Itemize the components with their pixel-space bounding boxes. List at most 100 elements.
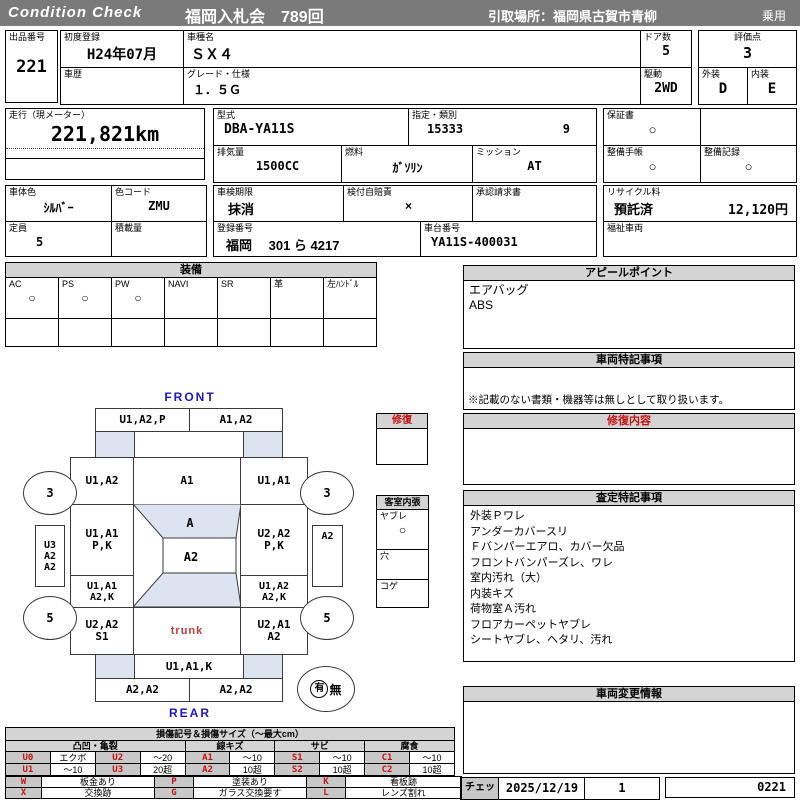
- load-cell: 積載量: [111, 221, 207, 257]
- legend-group: 線キズ: [184, 740, 276, 752]
- approval-cell: 承認請求書: [472, 185, 597, 222]
- body-color-label: 車体色: [9, 187, 37, 197]
- zone-rear-bumper-left: A2,A2: [95, 678, 190, 702]
- inspection-value: 抹消: [228, 202, 255, 217]
- appeal-item: エアバッグ: [469, 283, 529, 297]
- damage-legend-table: 損傷記号＆損傷サイズ（～最大cm） 凸凹・亀裂 線キズ サビ 腐食 U0 エクボ…: [5, 727, 455, 776]
- lot-label: 出品番号: [9, 32, 46, 42]
- equipment-title: 装備: [6, 263, 376, 278]
- sheet-code-box: 0221: [665, 777, 795, 798]
- type-no-value: 15333: [427, 122, 464, 136]
- tire-rear-right: 5: [300, 596, 354, 640]
- score-cell: 評価点 3: [698, 30, 797, 68]
- legend-mark-desc: 板金あり: [41, 776, 155, 788]
- auction-sheet: { "colors":{"bar_gray":"#7a7a7a","sectio…: [0, 0, 800, 800]
- first-reg-cell: 初度登録 H24年07月: [60, 30, 184, 68]
- change-info-panel: 車両変更情報: [463, 686, 795, 774]
- roof-shape: [162, 537, 237, 574]
- assessment-panel: 査定特記事項 外装Ｐワレ アンダーカバースリ Ｆバンパーエアロ、カバー欠品 フロ…: [463, 490, 795, 662]
- special-notes-panel: 車両特記事項 ※記載のない書類・機器等は無しとして取り扱います。: [463, 352, 795, 410]
- cabin-row-koge: コゲ: [377, 580, 428, 609]
- spare-tire-indicator: 有 無: [297, 666, 355, 712]
- legend-mark-code: L: [306, 787, 346, 799]
- zone-taillight-left: [95, 654, 135, 679]
- legend-code: S2: [274, 763, 321, 776]
- zone-trunk: trunk: [133, 607, 241, 655]
- assessment-line: 内装キズ: [470, 587, 514, 600]
- check-label-cell: チェック: [460, 777, 500, 800]
- zone-headlight-right: [243, 431, 283, 458]
- type-class-cell: 指定・類別 15333 9: [408, 108, 597, 146]
- displacement-value: 1500CC: [255, 159, 300, 173]
- special-notes-disclaimer: ※記載のない書類・機器等は無しとして取り扱います。: [468, 394, 730, 406]
- legend-size: ～10: [229, 751, 276, 764]
- zone-line: U1,A1: [86, 580, 118, 592]
- legend-mark-code: W: [5, 776, 42, 788]
- zone-line: A2: [43, 550, 57, 562]
- chassis-cell: 車台番号 YA11S-400031: [420, 221, 597, 257]
- assessment-line: シートヤブレ、ヘタリ、汚れ: [470, 634, 613, 646]
- legend-size: ～10: [319, 751, 366, 764]
- mileage-box: 走行（現メーター） 221,821km: [5, 108, 205, 180]
- cabin-table: 客室内張 ヤブレ ○ 穴 コゲ: [376, 495, 429, 608]
- reg-no-cell: 登録番号 福岡 301 ら 4217: [213, 221, 422, 257]
- title-bar: Condition Check 福岡入札会 789回 引取場所：福岡県古賀市青柳…: [0, 0, 800, 26]
- zone-line: S1: [95, 630, 109, 643]
- check-date-cell: 2025/12/19: [498, 777, 586, 800]
- jibai-cell: 検付自賠責 ×: [343, 185, 474, 222]
- maint-book-mark: ○: [648, 159, 657, 174]
- capacity-label: 定員: [9, 223, 28, 233]
- zone-line: A2,K: [261, 591, 287, 603]
- drive-value: 2WD: [654, 81, 678, 96]
- grade-value: １．５Ｇ: [193, 83, 242, 97]
- reg-no-label: 登録番号: [217, 223, 254, 233]
- pickup-location: 引取場所：福岡県古賀市青柳: [488, 9, 658, 24]
- jibai-mark: ×: [404, 199, 412, 213]
- legend-code: U1: [5, 763, 51, 776]
- zone-line: U3: [43, 539, 57, 551]
- doors-cell: ドア数 5: [640, 30, 692, 68]
- legend-size: 10超: [319, 763, 366, 776]
- reg-no-value: 福岡 301 ら 4217: [226, 238, 340, 253]
- exterior-value: D: [718, 81, 728, 97]
- first-reg-label: 初度登録: [64, 32, 101, 42]
- legend-code: U0: [5, 751, 51, 764]
- zone-rear-door-right: U1,A2 A2,K: [240, 575, 308, 608]
- legend-mark-code: K: [306, 776, 346, 788]
- legend-mark-code: P: [154, 776, 194, 788]
- trunk-label: trunk: [170, 625, 204, 637]
- maint-record-label: 整備記録: [704, 147, 741, 157]
- equipment-label: PS: [62, 279, 75, 289]
- recycle-cell: リサイクル料 預託済 12,120円: [603, 185, 797, 222]
- spare-no: 無: [329, 682, 342, 697]
- legend-code: A2: [184, 763, 231, 776]
- score-box: 評価点 3 外装 D 内装 E: [698, 30, 797, 105]
- cabin-row-ana: 穴: [377, 550, 428, 580]
- body-color-cell: 車体色 ｼﾙﾊﾞｰ: [5, 185, 112, 222]
- first-reg-value: H24年07月: [86, 47, 158, 63]
- spare-yes-circled: 有: [310, 680, 329, 698]
- repair-mini-title: 修復: [377, 414, 427, 429]
- legend-size: 10超: [409, 763, 455, 776]
- legend-size: ～10: [409, 751, 455, 764]
- special-notes-title: 車両特記事項: [464, 353, 794, 368]
- cabin-title: 客室内張: [377, 496, 428, 510]
- equipment-mark: ○: [134, 291, 142, 305]
- mileage-value: 221,821km: [50, 122, 160, 146]
- zone-sill-left: U3 A2 A2: [35, 525, 65, 587]
- chassis-label: 車台番号: [424, 223, 461, 233]
- interior-label: 内装: [751, 69, 770, 79]
- tire-front-left: 3: [23, 471, 77, 515]
- type-class-label: 指定・類別: [412, 110, 458, 120]
- zone-front-bumper-left: U1,A2,P: [95, 408, 190, 432]
- maint-book-cell: 整備手帳 ○: [603, 145, 702, 183]
- repair-mini-box: 修復: [376, 413, 428, 465]
- fuel-value: ｶﾞｿﾘﾝ: [392, 161, 423, 175]
- cabin-row-mark: ○: [398, 523, 407, 537]
- recycle-label: リサイクル料: [607, 187, 661, 197]
- legend-size: 20超: [139, 763, 186, 776]
- jibai-label: 検付自賠責: [347, 187, 393, 197]
- warranty-empty-cell: [700, 108, 797, 146]
- zone-headlight-left: [95, 431, 135, 458]
- zone-roof: A2: [184, 550, 198, 564]
